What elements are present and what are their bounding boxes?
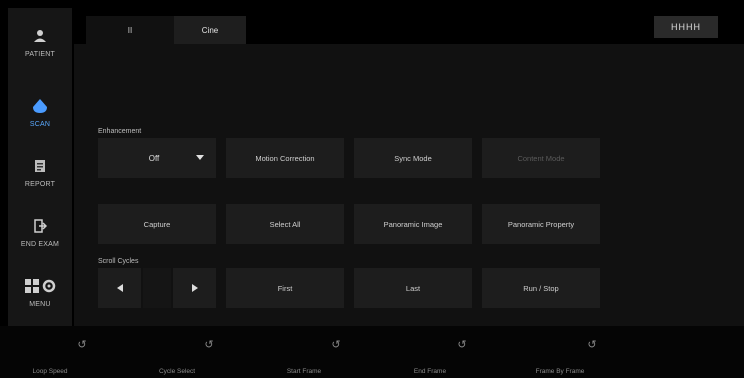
sidebar-item-patient[interactable]: PATIENT — [8, 16, 72, 68]
rotary-knob-icon: ↺ — [457, 338, 467, 351]
cycle-select-knob[interactable]: ↺ Cycle Select — [147, 334, 214, 378]
sidebar-item-label: END EXAM — [20, 240, 60, 248]
scroll-cycles-stepper — [98, 268, 216, 308]
panoramic-property-button[interactable]: Panoramic Property — [482, 204, 600, 244]
knob-label: Cycle Select — [158, 368, 196, 375]
tab-bar: II Cine HHHH — [74, 8, 744, 44]
scroll-cycles-label: Scroll Cycles — [98, 258, 139, 265]
person-icon — [31, 27, 49, 45]
sidebar-item-menu[interactable]: MENU — [8, 266, 72, 318]
knob-label: Loop Speed — [32, 368, 68, 375]
cine-controls-area: Enhancement Off Motion Correction Sync M… — [74, 44, 744, 326]
scroll-next-button[interactable] — [173, 268, 216, 308]
rotary-knob-icon: ↺ — [204, 338, 214, 351]
sidebar-item-label: MENU — [29, 300, 51, 308]
sidebar-item-end-exam[interactable]: END EXAM — [8, 206, 72, 258]
sidebar-item-label: PATIENT — [25, 50, 55, 58]
knob-label: Start Frame — [286, 368, 322, 375]
knob-footer: ↺ Loop Speed ↺ Cycle Select ↺ Start Fram… — [0, 326, 744, 378]
caret-down-icon — [196, 154, 204, 163]
exit-icon — [31, 217, 49, 235]
run-stop-button[interactable]: Run / Stop — [482, 268, 600, 308]
sidebar-item-label: SCAN — [29, 120, 51, 128]
left-nav-sidebar: PATIENT SCAN REPORT END EXAM MENU — [8, 8, 72, 326]
start-frame-knob[interactable]: ↺ Start Frame — [274, 334, 341, 378]
panoramic-image-button[interactable]: Panoramic Image — [354, 204, 472, 244]
stepper-divider — [143, 268, 171, 308]
rotary-knob-icon: ↺ — [331, 338, 341, 351]
menu-gear-icon — [23, 277, 57, 295]
sidebar-item-label: REPORT — [24, 180, 56, 188]
report-icon — [31, 157, 49, 175]
arrow-right-icon — [191, 284, 198, 292]
select-all-button[interactable]: Select All — [226, 204, 344, 244]
sidebar-item-scan[interactable]: SCAN — [8, 86, 72, 138]
sidebar-item-report[interactable]: REPORT — [8, 146, 72, 198]
frame-by-frame-knob[interactable]: ↺ Frame By Frame — [530, 334, 597, 378]
end-frame-knob[interactable]: ↺ End Frame — [400, 334, 467, 378]
loop-speed-knob[interactable]: ↺ Loop Speed — [20, 334, 86, 378]
enhancement-label: Enhancement — [98, 128, 142, 135]
first-frame-button[interactable]: First — [226, 268, 344, 308]
knob-label: End Frame — [413, 368, 447, 375]
top-right-chip[interactable]: HHHH — [654, 16, 718, 38]
sync-mode-button[interactable]: Sync Mode — [354, 138, 472, 178]
probe-icon — [31, 97, 49, 115]
last-frame-button[interactable]: Last — [354, 268, 472, 308]
main-panel: II Cine HHHH Enhancement Off Motion Corr… — [74, 8, 744, 326]
arrow-left-icon — [116, 284, 123, 292]
rotary-knob-icon: ↺ — [77, 338, 87, 351]
tab-cine[interactable]: Cine — [174, 16, 246, 44]
knob-label: Frame By Frame — [535, 368, 585, 375]
motion-correction-button[interactable]: Motion Correction — [226, 138, 344, 178]
capture-button[interactable]: Capture — [98, 204, 216, 244]
rotary-knob-icon: ↺ — [587, 338, 597, 351]
enhancement-dropdown[interactable]: Off — [98, 138, 216, 178]
enhancement-value: Off — [148, 153, 160, 163]
disabled-mode-button: Content Mode — [482, 138, 600, 178]
tab-ii[interactable]: II — [86, 16, 174, 44]
scroll-prev-button[interactable] — [98, 268, 141, 308]
